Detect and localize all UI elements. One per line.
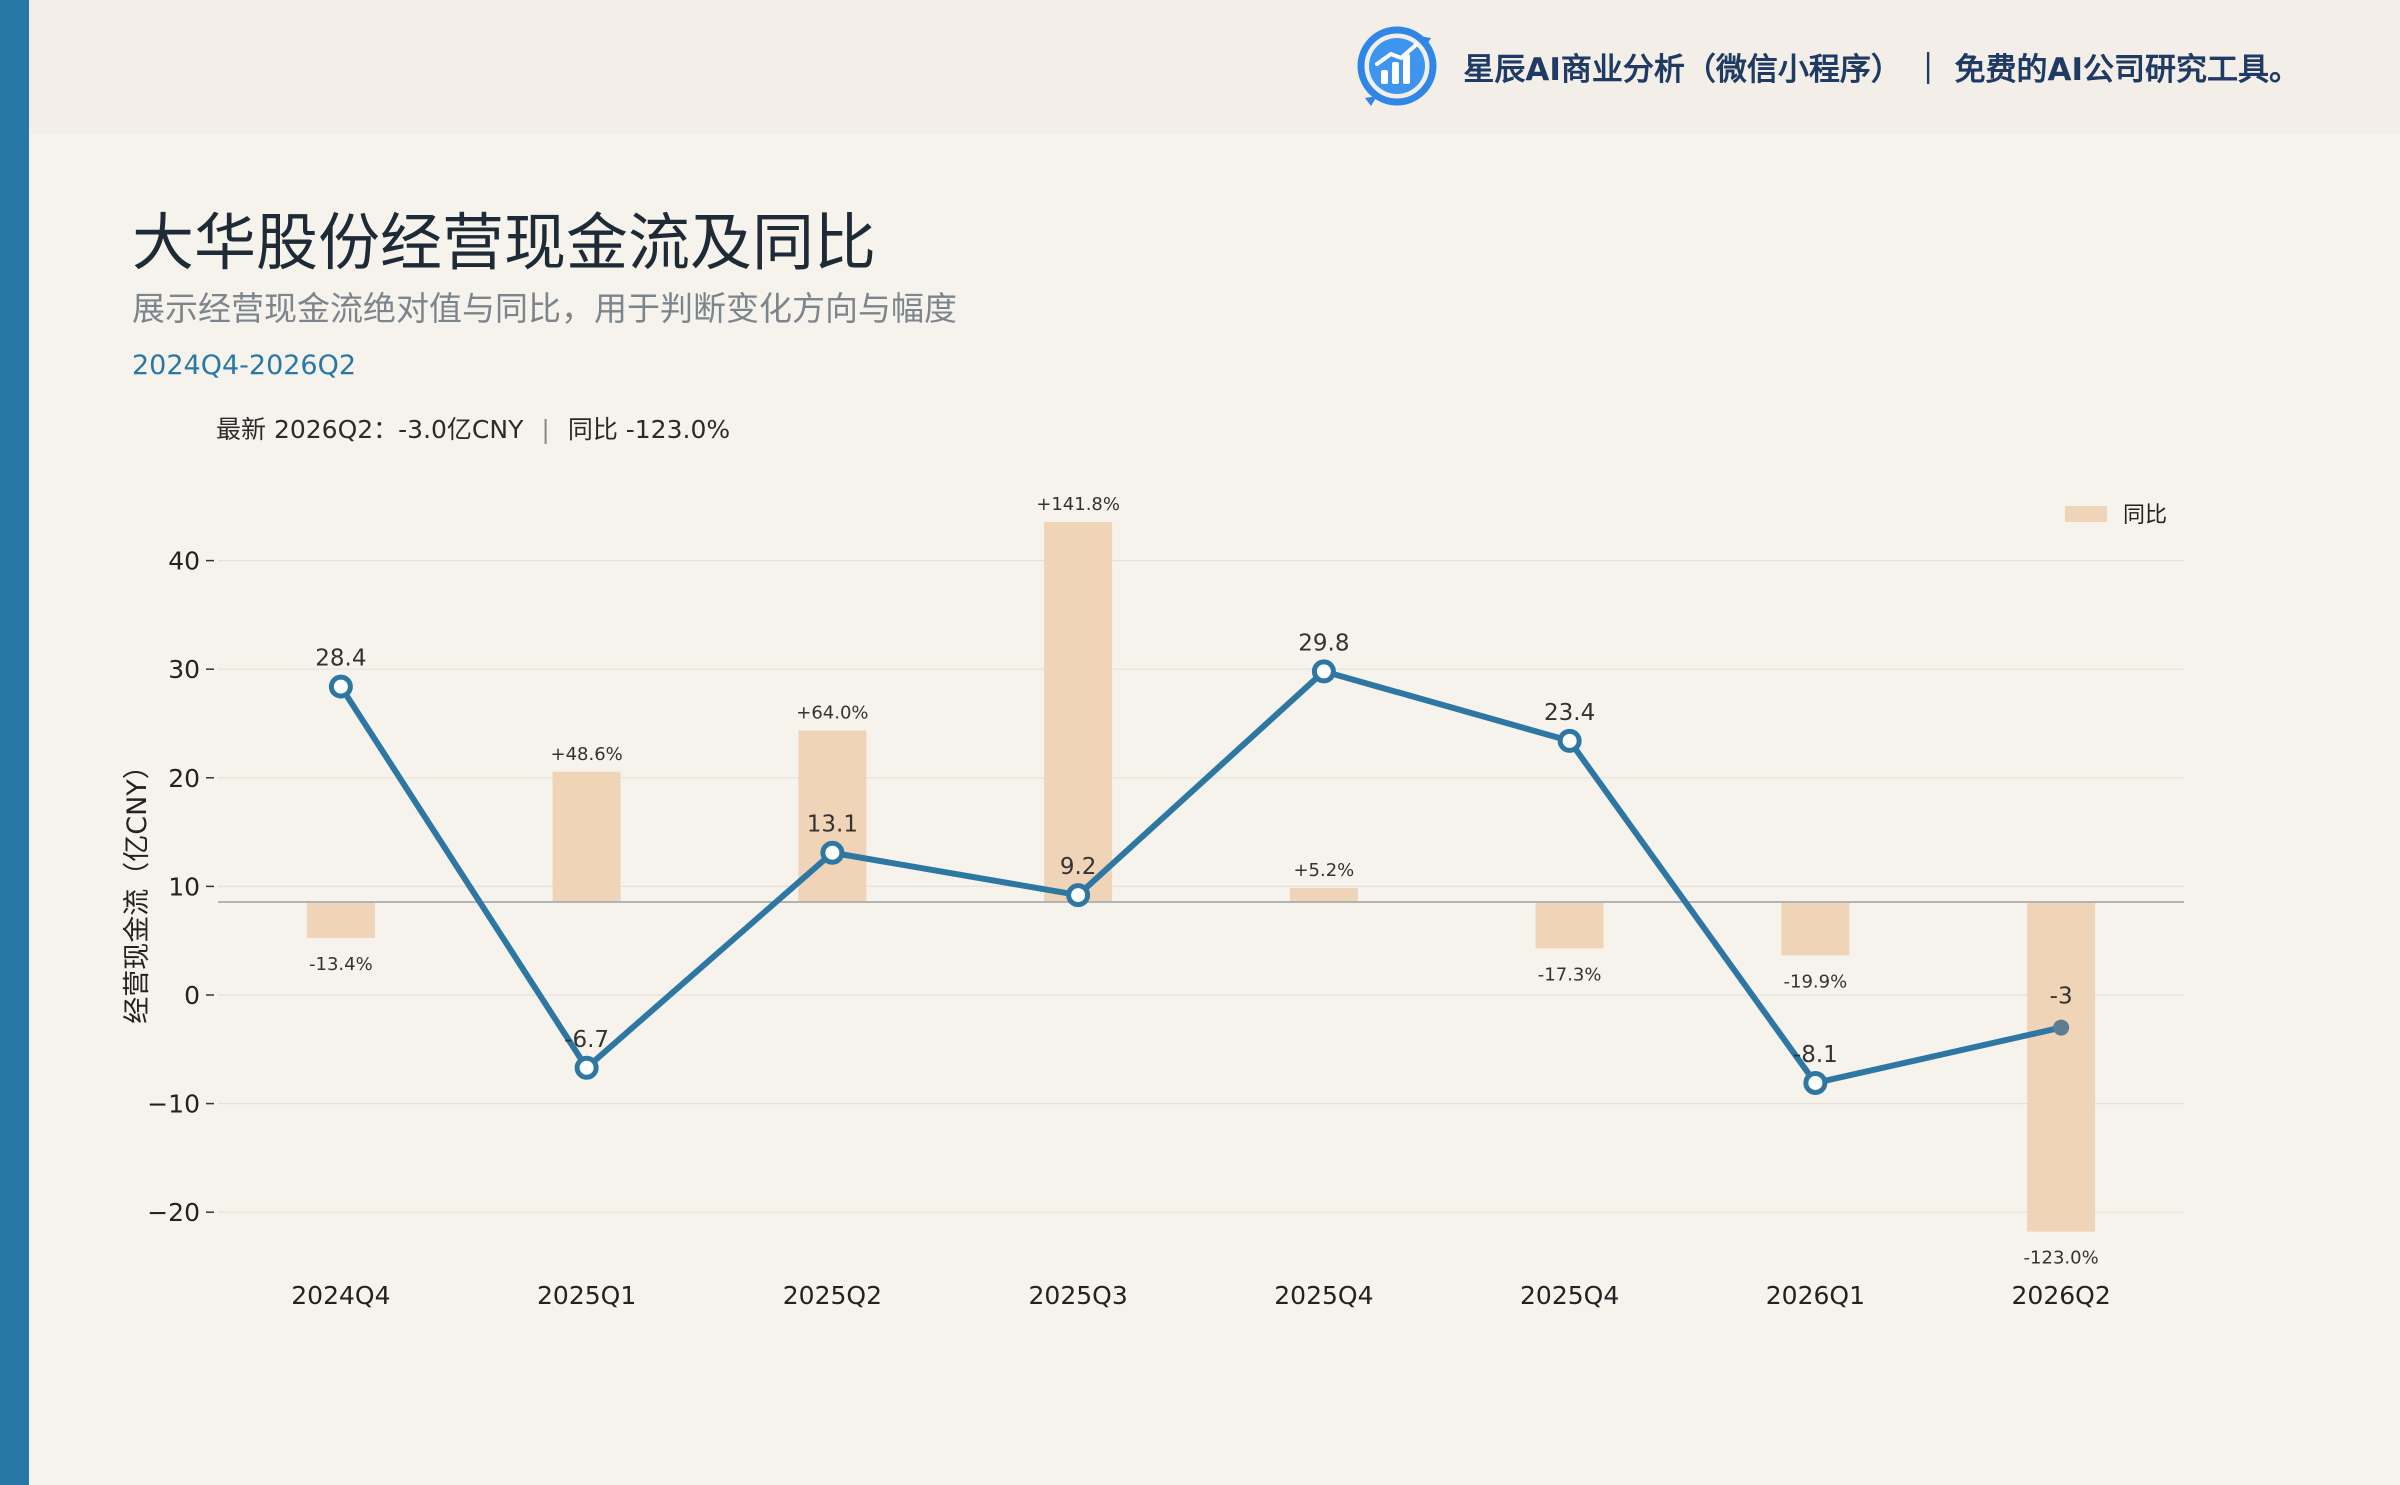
yoy-bar-label: -13.4%: [309, 954, 373, 975]
y-tick-label: 20: [168, 764, 200, 793]
cashflow-point: [820, 840, 845, 865]
x-tick-label: 2024Q4: [291, 1281, 390, 1310]
yoy-bar-label: -19.9%: [1784, 971, 1848, 992]
cashflow-value-label: 29.8: [1298, 630, 1349, 656]
cashflow-chart: 40 30 20 10 0 −10 −20 经营现金流（亿CNY） -13.4% +48.6% +6…: [122, 494, 2184, 1310]
x-tick-label: 2025Q4: [1520, 1281, 1619, 1310]
cashflow-value-label: -6.7: [564, 1027, 609, 1053]
yoy-bar: [1289, 888, 1358, 902]
cashflow-point: [574, 1055, 599, 1080]
cashflow-point: [1557, 728, 1582, 753]
x-tick-label: 2025Q3: [1029, 1281, 1128, 1310]
x-tick-label: 2026Q1: [1766, 1281, 1865, 1310]
cashflow-point: [1803, 1070, 1828, 1095]
yoy-bar-label: +5.2%: [1293, 860, 1354, 881]
cashflow-value-label: 13.1: [807, 812, 858, 838]
y-axis-label: 经营现金流（亿CNY）: [122, 752, 153, 1024]
yoy-bar-label: +48.6%: [550, 744, 622, 765]
yoy-bar-label: +64.0%: [796, 702, 868, 723]
yoy-bar: [2027, 902, 2096, 1232]
y-tick-label: 40: [168, 547, 200, 576]
cashflow-value-label: 28.4: [315, 646, 366, 672]
x-tick-label: 2025Q4: [1274, 1281, 1373, 1310]
yoy-bar-label: -17.3%: [1538, 964, 1602, 985]
yoy-bar: [306, 902, 375, 938]
legend-swatch: [2065, 506, 2107, 522]
yoy-bar-label: +141.8%: [1036, 494, 1120, 515]
y-tick-label: −20: [147, 1198, 200, 1227]
y-tick-label: 30: [168, 655, 200, 684]
y-tick-label: 10: [168, 872, 200, 901]
legend-label: 同比: [2123, 503, 2167, 528]
cashflow-point: [1066, 883, 1091, 908]
x-tick-label: 2025Q2: [783, 1281, 882, 1310]
cashflow-value-label: -3: [2050, 984, 2073, 1010]
yoy-bar: [1535, 902, 1604, 949]
x-tick-label: 2025Q1: [537, 1281, 636, 1310]
yoy-bar: [1044, 522, 1113, 902]
yoy-bar: [552, 771, 621, 902]
cashflow-value-label: -8.1: [1793, 1042, 1838, 1068]
cashflow-point: [328, 674, 353, 699]
y-tick-label: 0: [184, 981, 200, 1010]
y-tick-label: −10: [147, 1090, 200, 1119]
x-tick-label: 2026Q2: [2012, 1281, 2111, 1310]
cashflow-value-label: 9.2: [1060, 854, 1097, 880]
yoy-bar: [1781, 902, 1850, 956]
cashflow-point: [1311, 659, 1336, 684]
yoy-bar-label: -123.0%: [2024, 1248, 2099, 1269]
cashflow-point-latest: [2053, 1019, 2070, 1036]
cashflow-value-label: 23.4: [1544, 700, 1595, 726]
